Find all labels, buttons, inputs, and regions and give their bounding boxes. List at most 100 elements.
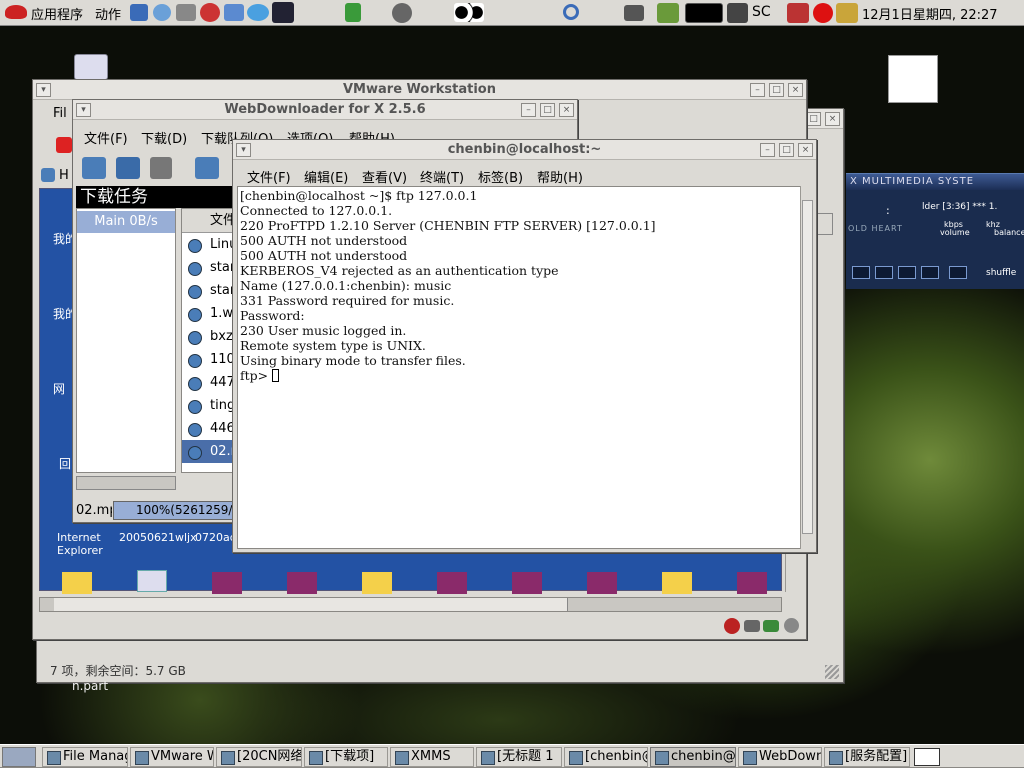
folder-icon[interactable] [362,572,392,594]
queue-item-main[interactable]: Main 0B/s [77,211,175,233]
launcher-settings-icon[interactable] [224,4,244,21]
vmware-minimize-button[interactable]: – [750,83,765,97]
applications-menu[interactable]: 应用程序 [31,4,83,23]
emacs-icon[interactable] [392,3,412,23]
webdownloader-menu-button[interactable]: ▾ [76,103,91,117]
terminal-menu-button[interactable]: ▾ [236,143,251,157]
xmms-pause-button[interactable] [875,266,893,279]
download-arrow-icon[interactable] [345,3,361,22]
queue-hscroll[interactable] [76,476,176,490]
xmms-player[interactable]: X MULTIMEDIA SYSTE lder [3:36] *** 1. : … [846,173,1024,289]
xmms-play-button[interactable] [852,266,870,279]
xmms-eject-button[interactable] [949,266,967,279]
webdl-menu-file[interactable]: 文件(F) [84,128,128,147]
terminal-menu-tabs[interactable]: 标签(B) [478,167,523,186]
terminal-minimize-button[interactable]: – [760,143,775,157]
taskbar-item[interactable]: File Manag [42,747,128,767]
launcher-tools-icon[interactable] [176,4,196,21]
launcher-monitor-icon[interactable] [130,4,148,21]
webdownloader-titlebar[interactable]: WebDownloader for X 2.5.6 [73,100,577,120]
actions-menu[interactable]: 动作 [95,4,121,23]
xmms-title[interactable]: X MULTIMEDIA SYSTE [846,174,1024,190]
xmms-stop-button[interactable] [898,266,916,279]
camera-icon[interactable] [624,5,644,21]
rar-archive-icon[interactable] [737,572,767,594]
rar-archive-icon[interactable] [212,572,242,594]
rar-archive-icon[interactable] [512,572,542,594]
vmware-close-button[interactable]: × [788,83,803,97]
webdownloader-maximize-button[interactable]: □ [540,103,555,117]
vmware-horizontal-scrollbar[interactable] [39,597,782,612]
queue-tree[interactable]: Main 0B/s [76,208,176,473]
terminal-menu-edit[interactable]: 编辑(E) [304,167,348,186]
webdownloader-close-button[interactable]: × [559,103,574,117]
taskbar-item[interactable]: [无标题 1 [476,747,562,767]
taskbar-item[interactable]: [20CN网络 [216,747,302,767]
folder-icon[interactable] [662,572,692,594]
terminal-titlebar[interactable]: chenbin@localhost:~ [233,140,816,160]
rar-archive-icon[interactable] [287,572,317,594]
applet-white-box[interactable] [888,55,938,103]
vmware-menu-button[interactable]: ▾ [36,83,51,97]
taskbar-item[interactable]: [chenbin@ [564,747,648,767]
vmware-home-tab-icon[interactable] [41,168,55,182]
webdownloader-minimize-button[interactable]: – [521,103,536,117]
vmware-maximize-button[interactable]: □ [769,83,784,97]
vmware-file-menu[interactable]: Fil [53,106,67,121]
terminal-maximize-button[interactable]: □ [779,143,794,157]
launcher-gaim-icon[interactable] [200,3,220,22]
terminal-menu-file[interactable]: 文件(F) [247,167,291,186]
vmware-power-icon[interactable] [56,137,72,153]
search-icon[interactable] [563,4,579,20]
tools-icon[interactable] [787,3,809,23]
taskbar-item[interactable]: [下载项] [304,747,388,767]
taskbar-item[interactable]: XMMS [390,747,474,767]
delete-trash-icon[interactable] [150,157,172,179]
keys-icon[interactable] [836,3,858,23]
launcher-xmms-icon[interactable] [272,2,294,23]
terminal-menu-terminal[interactable]: 终端(T) [420,167,464,186]
device-cdrom-icon[interactable] [724,618,740,634]
vmware-dropdown-button[interactable] [817,213,833,235]
taskbar-item[interactable]: VMware W [130,747,214,767]
launcher-browser-icon[interactable] [153,4,171,21]
terminal-menu-view[interactable]: 查看(V) [362,167,407,186]
start-download-icon[interactable] [195,157,219,179]
resize-grip-icon[interactable] [825,665,839,679]
terminal-window[interactable]: chenbin@localhost:~ ▾ – □ × 文件(F) 编辑(E) … [232,139,817,553]
xmms-next-button[interactable] [921,266,939,279]
computer-desktop-icon[interactable] [74,54,108,80]
rar-archive-icon[interactable] [587,572,617,594]
pager-icon[interactable] [914,748,940,766]
notes-icon[interactable] [657,3,679,23]
vmware-titlebar[interactable]: VMware Workstation [33,80,806,100]
sc-label[interactable]: SC [752,4,771,20]
taskbar-item-active[interactable]: chenbin@l [650,747,736,767]
terminal-scroll-thumb[interactable] [802,200,813,534]
workspace-switcher-icon[interactable] [727,3,748,23]
terminal-close-button[interactable]: × [798,143,813,157]
redhat-icon[interactable] [5,5,27,19]
add-download-icon[interactable] [82,157,106,179]
folder-icon[interactable] [62,572,92,594]
xmms-shuffle-toggle[interactable]: shuffle [986,268,1016,278]
taskbar-item[interactable]: [服务配置] [824,747,910,767]
taskbar-item[interactable]: WebDownl [738,747,822,767]
device-network-icon[interactable] [763,620,779,632]
terminal-scrollbar[interactable] [800,186,814,549]
terminal-output[interactable]: [chenbin@localhost ~]$ ftp 127.0.0.1 Con… [237,186,802,549]
rar-archive-icon[interactable] [437,572,467,594]
ie-file-icon[interactable] [137,570,167,592]
launcher-network-icon[interactable] [247,4,269,21]
alert-icon[interactable] [813,3,833,23]
horizontal-scroll-thumb[interactable] [54,598,568,611]
clock[interactable]: 12月1日星期四, 22:27 [862,4,998,23]
add-batch-icon[interactable] [116,157,140,179]
device-sound-icon[interactable] [784,618,799,633]
show-desktop-icon[interactable] [2,747,36,767]
file-manager-maximize-button[interactable]: □ [806,112,821,126]
file-manager-close-button[interactable]: × [825,112,840,126]
webdl-menu-download[interactable]: 下载(D) [141,128,187,147]
terminal-prompt-line[interactable]: ftp> [240,368,799,383]
vmware-home-tab[interactable]: H [59,168,69,183]
